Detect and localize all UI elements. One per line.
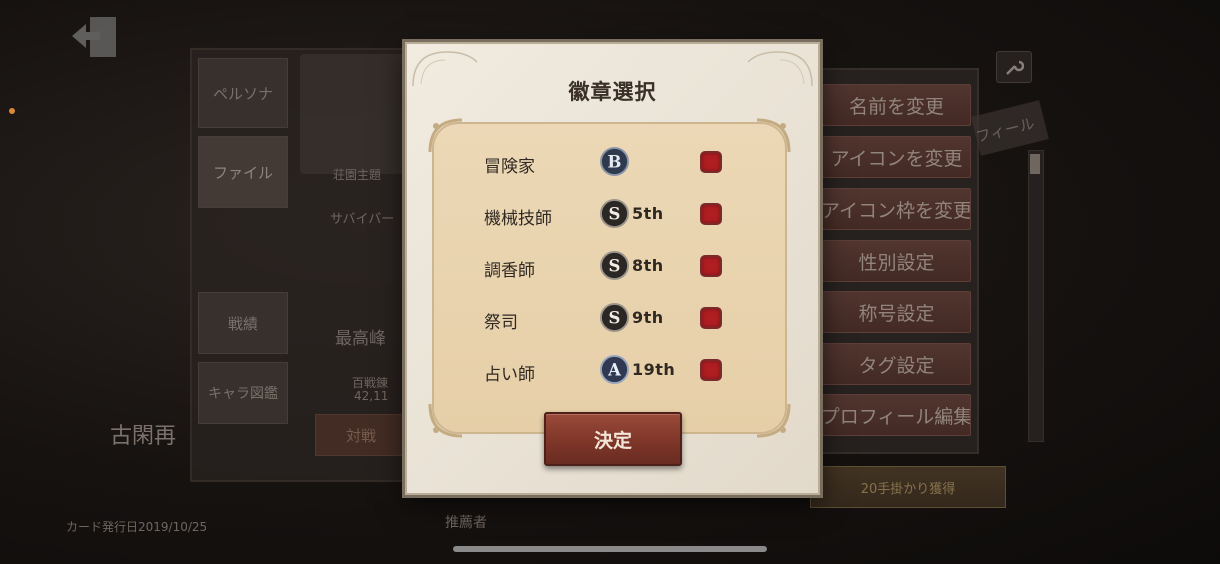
title-setting-button[interactable]: 称号設定: [822, 291, 971, 333]
change-icon-frame-button[interactable]: アイコン枠を変更: [822, 188, 971, 230]
badge-row[interactable]: 占い師 A 19th: [432, 350, 787, 390]
scrollbar-track[interactable]: [1028, 150, 1044, 442]
badge-row[interactable]: 冒険家 B: [432, 142, 787, 182]
svg-text:S: S: [609, 204, 621, 223]
svg-text:S: S: [609, 308, 621, 327]
svg-text:A: A: [607, 360, 621, 379]
badge-rank: 9th: [632, 308, 664, 327]
svg-text:S: S: [609, 256, 621, 275]
rank-title: 最高峰: [335, 329, 386, 349]
survivor-label: サバイバー: [330, 212, 395, 227]
badge-row[interactable]: 祭司 S 9th: [432, 298, 787, 338]
panel-corner-icon: [756, 403, 791, 438]
gender-setting-button[interactable]: 性別設定: [822, 240, 971, 282]
versus-button[interactable]: 対戦: [315, 414, 407, 456]
card-issued-date: カード発行日2019/10/25: [66, 520, 208, 534]
edit-profile-button[interactable]: プロフィール編集: [822, 394, 971, 436]
change-icon-button[interactable]: アイコンを変更: [822, 136, 971, 178]
s-badge-icon: S: [599, 198, 630, 229]
settings-wrench-button[interactable]: [996, 51, 1032, 83]
character-name: 機械技師: [484, 209, 552, 229]
b-badge-icon: B: [599, 146, 630, 177]
character-name: 占い師: [484, 365, 535, 385]
character-name: 祭司: [484, 313, 518, 333]
badge-checkbox[interactable]: [702, 205, 720, 223]
reward-button[interactable]: 20手掛かり獲得: [810, 466, 1006, 508]
dialog-title: 徽章選択: [568, 80, 657, 104]
character-name: 調香師: [484, 261, 535, 281]
badge-row[interactable]: 調香師 S 8th: [432, 246, 787, 286]
tag-setting-button[interactable]: タグ設定: [822, 343, 971, 385]
scrollbar-thumb[interactable]: [1030, 154, 1040, 174]
exit-icon[interactable]: [70, 14, 120, 60]
card-label: 荘園主題: [333, 168, 382, 182]
character-name: 冒険家: [484, 157, 535, 177]
tab-file[interactable]: ファイル: [198, 136, 288, 208]
s-badge-icon: S: [599, 302, 630, 333]
confirm-button[interactable]: 決定: [544, 412, 682, 466]
notification-dot: [9, 108, 15, 114]
panel-corner-icon: [428, 403, 463, 438]
badge-rank: 19th: [632, 360, 676, 379]
recommender-text: 推薦者: [445, 515, 487, 531]
a-badge-icon: A: [599, 354, 630, 385]
badge-select-dialog: 徽章選択 冒険家 B 機械技師 S 5th 調香師 S 8th 祭司 S 9th…: [405, 42, 820, 495]
character-card[interactable]: [300, 54, 410, 174]
tab-record[interactable]: 戦績: [198, 292, 288, 354]
badge-rank: 8th: [632, 256, 664, 275]
s-badge-icon: S: [599, 250, 630, 281]
badge-checkbox[interactable]: [702, 309, 720, 327]
home-indicator[interactable]: [453, 546, 767, 552]
rank-number: 42,11: [354, 389, 389, 403]
badge-checkbox[interactable]: [702, 153, 720, 171]
player-name: 古閑再: [110, 424, 177, 449]
badge-list: 冒険家 B 機械技師 S 5th 調香師 S 8th 祭司 S 9th 占い師 …: [428, 118, 791, 438]
tab-persona[interactable]: ペルソナ: [198, 58, 288, 128]
badge-checkbox[interactable]: [702, 361, 720, 379]
badge-checkbox[interactable]: [702, 257, 720, 275]
tab-character-book[interactable]: キャラ図鑑: [198, 362, 288, 424]
svg-text:B: B: [608, 152, 622, 171]
wrench-icon: [1006, 60, 1024, 75]
change-name-button[interactable]: 名前を変更: [822, 84, 971, 126]
badge-row[interactable]: 機械技師 S 5th: [432, 194, 787, 234]
badge-rank: 5th: [632, 204, 664, 223]
